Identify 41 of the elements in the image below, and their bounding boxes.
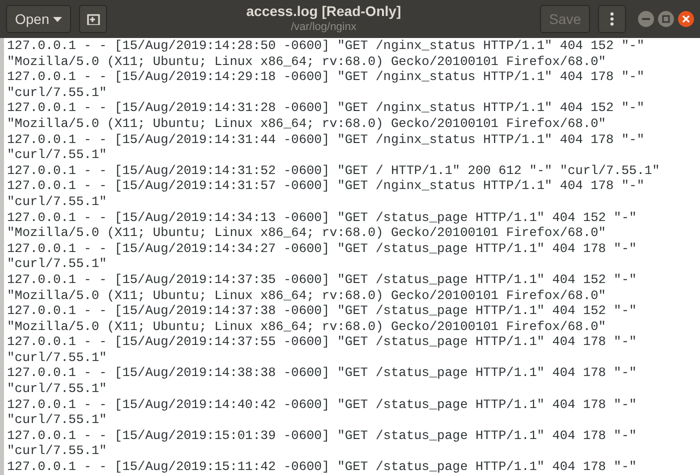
log-line: "curl/7.55.1" — [7, 194, 107, 210]
minimize-icon — [642, 18, 650, 20]
log-line: "curl/7.55.1" — [7, 381, 107, 397]
log-line: 127.0.0.1 - - [15/Aug/2019:14:38:38 -0600] "GET /status_page HTTP/1.1" 404 178 "-" — [7, 365, 637, 382]
log-line: "Mozilla/5.0 (X11; Ubuntu; Linux x86_64; rv:68.0) Gecko/20100101 Firefox/68.0" — [7, 116, 606, 132]
new-tab-button[interactable] — [79, 5, 108, 33]
log-line: 127.0.0.1 - - [15/Aug/2019:14:31:44 -0600] "GET /nginx_status HTTP/1.1" 404 178 "-" — [7, 132, 644, 148]
log-line: "curl/7.55.1" — [7, 412, 107, 428]
log-line: 127.0.0.1 - - [15/Aug/2019:14:31:28 -0600] "GET /nginx_status HTTP/1.1" 404 152 "-" — [7, 100, 644, 116]
log-line: 127.0.0.1 - - [15/Aug/2019:14:37:55 -0600] "GET /status_page HTTP/1.1" 404 178 "-" — [7, 334, 637, 350]
log-line: 127.0.0.1 - - [15/Aug/2019:15:01:39 -0600] "GET /status_page HTTP/1.1" 404 178 "-" — [7, 428, 637, 444]
log-line: 127.0.0.1 - - [15/Aug/2019:14:34:27 -0600] "GET /status_page HTTP/1.1" 404 178 "-" — [7, 240, 637, 256]
log-line: "curl/7.55.1" — [7, 256, 107, 272]
log-line: 127.0.0.1 - - [15/Aug/2019:14:29:18 -0600] "GET /nginx_status HTTP/1.1" 404 178 "-" — [7, 69, 644, 85]
caret-icon — [53, 16, 62, 22]
log-line: 127.0.0.1 - - [15/Aug/2019:14:34:13 -0600] "GET /status_page HTTP/1.1" 404 152 "-" — [7, 210, 637, 226]
menu-button[interactable] — [598, 5, 626, 33]
log-line: 127.0.0.1 - - [15/Aug/2019:14:37:38 -0600] "GET /status_page HTTP/1.1" 404 152 "-" — [7, 303, 637, 319]
close-icon — [682, 15, 690, 23]
log-line: "curl/7.55.1" — [7, 350, 107, 366]
close-button[interactable] — [678, 11, 694, 27]
log-line: "Mozilla/5.0 (X11; Ubuntu; Linux x86_64; rv:68.0) Gecko/20100101 Firefox/68.0" — [7, 318, 606, 334]
maximize-icon — [662, 15, 670, 23]
log-line: 127.0.0.1 - - [15/Aug/2019:14:31:57 -0600] "GET /nginx_status HTTP/1.1" 404 178 "-" — [7, 178, 644, 194]
log-line: "Mozilla/5.0 (X11; Ubuntu; Linux x86_64; rv:68.0) Gecko/20100101 Firefox/68.0" — [7, 225, 606, 241]
minimize-button[interactable] — [638, 11, 654, 27]
window-title: access.log [Read-Only] — [246, 3, 402, 21]
log-line: 127.0.0.1 - - [15/Aug/2019:14:31:52 -0600] "GET / HTTP/1.1" 200 612 "-" "curl/7.55.1" — [7, 162, 660, 178]
open-button[interactable]: Open — [6, 5, 72, 33]
log-line: 127.0.0.1 - - [15/Aug/2019:14:28:50 -0600] "GET /nginx_status HTTP/1.1" 404 152 "-" — [7, 38, 644, 54]
log-line: "curl/7.55.1" — [7, 443, 107, 460]
log-line: 127.0.0.1 - - [15/Aug/2019:14:40:42 -0600] "GET /status_page HTTP/1.1" 404 178 "-" — [7, 396, 637, 412]
log-line: 127.0.0.1 - - [15/Aug/2019:14:37:35 -0600] "GET /status_page HTTP/1.1" 404 152 "-" — [7, 272, 637, 288]
log-line: 127.0.0.1 - - [15/Aug/2019:15:11:42 -0600] "GET /status_page HTTP/1.1" 404 178 "-" — [7, 459, 637, 475]
new-document-icon — [86, 14, 100, 24]
log-line: "curl/7.55.1" — [7, 84, 107, 100]
log-line: "Mozilla/5.0 (X11; Ubuntu; Linux x86_64; rv:68.0) Gecko/20100101 Firefox/68.0" — [7, 288, 606, 304]
log-line: "Mozilla/5.0 (X11; Ubuntu; Linux x86_64; rv:68.0) Gecko/20100101 Firefox/68.0" — [7, 54, 606, 70]
window-subtitle: /var/log/nginx — [290, 20, 356, 35]
log-line: "curl/7.55.1" — [7, 147, 107, 163]
menu-icon — [610, 12, 614, 26]
